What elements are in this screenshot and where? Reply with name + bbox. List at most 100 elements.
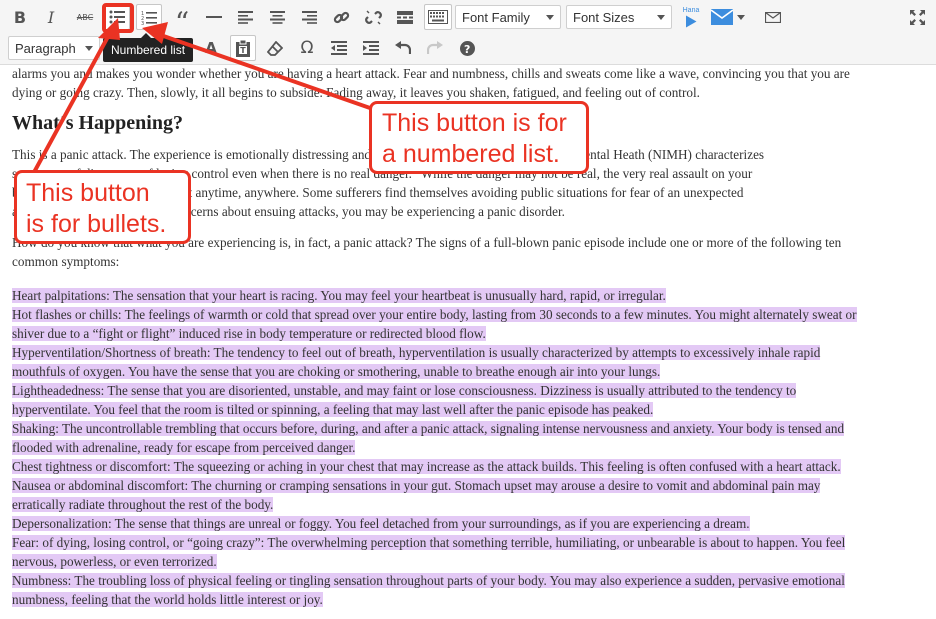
italic-icon: I: [47, 7, 55, 27]
link-icon: [333, 11, 349, 23]
indent-button[interactable]: [358, 35, 384, 61]
list-item[interactable]: Chest tightness or discomfort: The squee…: [12, 457, 924, 476]
selected-text: flooded with adrenaline, ready for escap…: [12, 440, 356, 455]
numbered-list-callout: This button is for a numbered list.: [369, 101, 589, 174]
special-character-button[interactable]: Ω: [294, 35, 320, 61]
list-item[interactable]: Shaking: The uncontrollable trembling th…: [12, 419, 924, 438]
fullscreen-icon: [909, 9, 925, 25]
toolbar-toggle-button[interactable]: [424, 4, 452, 30]
callout-line: a numbered list.: [382, 140, 560, 168]
numbered-list-tooltip: Numbered list: [103, 33, 194, 62]
font-family-value: Font Family: [462, 10, 530, 25]
list-item[interactable]: erratically radiate throughout the rest …: [12, 495, 924, 514]
selected-symptom-list[interactable]: Heart palpitations: The sensation that y…: [12, 286, 924, 609]
read-more-icon: [397, 10, 413, 24]
text-color-button[interactable]: A: [198, 35, 224, 61]
list-item[interactable]: numbness, feeling that the world holds l…: [12, 590, 924, 609]
numbered-list-icon: 123: [141, 11, 157, 25]
undo-button[interactable]: [390, 35, 416, 61]
list-item[interactable]: Lightheadedness: The sense that you are …: [12, 381, 924, 400]
bold-button[interactable]: B: [7, 4, 33, 30]
callout-line: This button: [26, 179, 150, 207]
numbered-list-button[interactable]: 123: [136, 4, 162, 30]
list-item[interactable]: Fear: of dying, losing control, or “goin…: [12, 533, 924, 552]
strikethrough-button[interactable]: ABC: [72, 4, 98, 30]
list-item[interactable]: Nausea or abdominal discomfort: The chur…: [12, 476, 924, 495]
fullscreen-button[interactable]: [904, 4, 930, 30]
list-item[interactable]: Hot flashes or chills: The feelings of w…: [12, 305, 924, 324]
paste-text-button[interactable]: T: [230, 35, 256, 61]
font-sizes-value: Font Sizes: [573, 10, 635, 25]
selected-text: hyperventilate. You feel that the room i…: [12, 402, 654, 417]
svg-text:T: T: [240, 46, 246, 55]
selected-text: Numbness: The troubling loss of physical…: [12, 573, 845, 588]
horizontal-line-button[interactable]: [201, 4, 227, 30]
insert-link-button[interactable]: [328, 4, 354, 30]
outdent-icon: [331, 41, 347, 55]
align-left-icon: [237, 10, 253, 24]
bulleted-list-button[interactable]: [104, 4, 130, 30]
play-icon: [686, 15, 697, 27]
font-family-dropdown[interactable]: Font Family: [455, 5, 561, 29]
undo-icon: [395, 41, 411, 54]
list-item[interactable]: shiver due to a “fight or flight” induce…: [12, 324, 924, 343]
align-right-icon: [301, 10, 317, 24]
read-more-button[interactable]: [392, 4, 418, 30]
outdent-button[interactable]: [326, 35, 352, 61]
chevron-down-icon: [737, 14, 745, 20]
remove-link-button[interactable]: [360, 4, 386, 30]
blockquote-button[interactable]: “: [169, 4, 195, 39]
redo-icon: [427, 41, 443, 54]
bullets-callout: This button is for bullets.: [14, 170, 191, 244]
indent-icon: [363, 41, 379, 55]
align-center-button[interactable]: [264, 4, 290, 30]
paragraph-format-value: Paragraph: [15, 41, 76, 56]
list-item[interactable]: Numbness: The troubling loss of physical…: [12, 571, 924, 590]
list-item[interactable]: mouthfuls of oxygen. You have the sense …: [12, 362, 924, 381]
strikethrough-icon: ABC: [76, 12, 94, 22]
svg-text:3: 3: [141, 21, 144, 25]
email-link-button[interactable]: [760, 4, 786, 30]
unlink-icon: [364, 10, 382, 24]
selected-text: Chest tightness or discomfort: The squee…: [12, 459, 841, 474]
font-sizes-dropdown[interactable]: Font Sizes: [566, 5, 672, 29]
selected-text: nervous, powerless, or even terrorized.: [12, 554, 217, 569]
list-item[interactable]: nervous, powerless, or even terrorized.: [12, 552, 924, 571]
keyboard-icon: [428, 10, 448, 24]
italic-button[interactable]: I: [38, 4, 64, 30]
callout-line: This button is for: [382, 109, 567, 137]
list-item[interactable]: Hyperventilation/Shortness of breath: Th…: [12, 343, 924, 362]
selected-text: Shaking: The uncontrollable trembling th…: [12, 421, 845, 436]
selected-text: Fear: of dying, losing control, or “goin…: [12, 535, 846, 550]
eraser-icon: [267, 40, 283, 56]
list-item[interactable]: Heart palpitations: The sensation that y…: [12, 286, 924, 305]
horizontal-line-icon: [206, 16, 222, 18]
chevron-down-icon: [546, 15, 554, 20]
selected-text: Depersonalization: The sense that things…: [12, 516, 750, 531]
text-line: alarms you and makes you wonder whether …: [12, 66, 850, 81]
list-item[interactable]: flooded with adrenaline, ready for escap…: [12, 438, 924, 457]
selected-text: numbness, feeling that the world holds l…: [12, 592, 323, 607]
svg-text:?: ?: [464, 43, 470, 56]
selected-text: shiver due to a “fight or flight” induce…: [12, 326, 486, 341]
intro-paragraph: alarms you and makes you wonder whether …: [12, 64, 924, 102]
redo-button[interactable]: [422, 35, 448, 61]
callout-line: is for bullets.: [26, 210, 167, 238]
text-line: common symptoms:: [12, 254, 120, 269]
help-button[interactable]: ?: [454, 35, 480, 61]
chevron-down-icon: [85, 46, 93, 51]
align-right-button[interactable]: [296, 4, 322, 30]
email-dropdown-button[interactable]: [708, 4, 748, 30]
envelope-icon: [711, 9, 733, 25]
paragraph-format-dropdown[interactable]: Paragraph: [8, 36, 100, 60]
hana-flv-button[interactable]: Hana: [678, 4, 704, 30]
editor-toolbar: B I ABC 123 “ Font Family Font Sizes Han…: [0, 0, 936, 65]
paste-text-icon: T: [236, 39, 250, 57]
bulleted-list-icon: [109, 10, 125, 24]
selected-text: Hot flashes or chills: The feelings of w…: [12, 307, 857, 322]
selected-text: erratically radiate throughout the rest …: [12, 497, 274, 512]
clear-formatting-button[interactable]: [262, 35, 288, 61]
list-item[interactable]: Depersonalization: The sense that things…: [12, 514, 924, 533]
align-left-button[interactable]: [232, 4, 258, 30]
list-item[interactable]: hyperventilate. You feel that the room i…: [12, 400, 924, 419]
